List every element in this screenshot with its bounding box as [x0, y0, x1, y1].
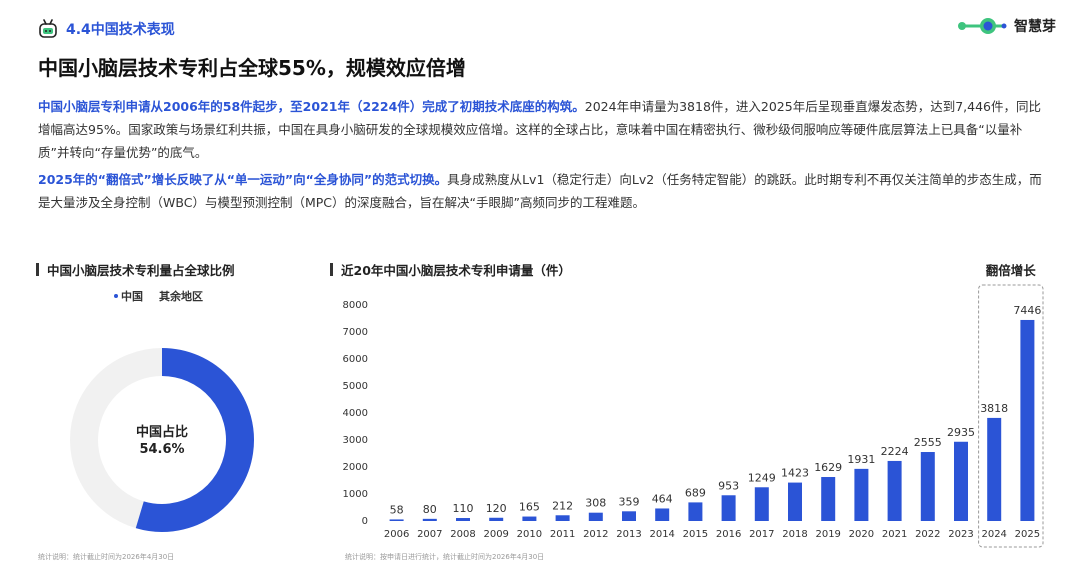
- paragraph-1-highlight: 中国小脑层专利申请从2006年的58件起步，至2021年（2224件）完成了初期…: [38, 99, 585, 114]
- bar-2025: [1020, 319, 1035, 521]
- bar-2018: [788, 482, 802, 521]
- x-tick-label: 2017: [749, 529, 774, 540]
- x-tick-label: 2020: [849, 529, 874, 540]
- bar-value-label: 2935: [947, 426, 975, 439]
- x-tick-label: 2021: [882, 529, 907, 540]
- y-tick-label: 6000: [343, 354, 368, 365]
- x-tick-label: 2023: [948, 529, 973, 540]
- y-tick-label: 8000: [343, 300, 368, 311]
- donut-center-label: 中国占比: [136, 424, 188, 440]
- x-tick-label: 2019: [815, 529, 840, 540]
- y-tick-label: 2000: [343, 462, 368, 473]
- bar-value-label: 7446: [1013, 304, 1041, 317]
- x-tick-label: 2011: [550, 529, 575, 540]
- donut-footnote: 统计说明：统计截止时间为2026年4月30日: [38, 553, 175, 561]
- y-tick-label: 0: [362, 516, 368, 527]
- x-tick-label: 2016: [716, 529, 741, 540]
- bar-value-label: 689: [685, 486, 706, 499]
- x-tick-label: 2007: [417, 529, 442, 540]
- bar-2023: [954, 441, 968, 521]
- bar-2010: [522, 516, 537, 521]
- legend-label-rest: 其余地区: [159, 290, 203, 303]
- donut-chart-title: 中国小脑层技术专利量占全球比例: [36, 260, 235, 279]
- bar-2009: [489, 517, 504, 521]
- x-tick-label: 2025: [1015, 529, 1040, 540]
- y-tick-label: 4000: [343, 408, 368, 419]
- x-tick-label: 2022: [915, 529, 940, 540]
- x-tick-label: 2006: [384, 529, 409, 540]
- bar-value-label: 1629: [814, 461, 842, 474]
- bar-value-label: 308: [585, 497, 606, 510]
- bar-chart: 0 1000 2000 3000 4000 5000 6000 7000 8000 翻倍增长 58 2…: [343, 263, 1044, 548]
- legend-dot-china: [114, 294, 118, 298]
- y-tick-label: 5000: [343, 381, 368, 392]
- bar-value-label: 359: [619, 495, 640, 508]
- x-tick-label: 2012: [583, 529, 608, 540]
- legend-label-china: 中国: [121, 290, 143, 303]
- bar-2008: [456, 518, 470, 521]
- bar-value-label: 1931: [847, 453, 875, 466]
- bar-value-label: 1423: [781, 467, 809, 480]
- donut-slice-china: [135, 348, 254, 532]
- bar-2007: [422, 518, 437, 521]
- x-tick-label: 2010: [517, 529, 542, 540]
- bar-value-label: 212: [552, 499, 573, 512]
- x-tick-label: 2014: [649, 529, 674, 540]
- robot-icon: [39, 19, 57, 38]
- bar-value-label: 2555: [914, 436, 942, 449]
- donut-chart-title-text: 中国小脑层技术专利量占全球比例: [47, 263, 235, 278]
- x-tick-label: 2024: [981, 529, 1006, 540]
- bar-2006: [389, 519, 404, 521]
- section-label-text: 4.4中国技术表现: [66, 22, 175, 38]
- bar-value-label: 953: [718, 479, 739, 492]
- x-tick-label: 2009: [483, 529, 508, 540]
- bar-2024: [987, 417, 1002, 521]
- bar-value-label: 2224: [881, 445, 909, 458]
- highlight-callout: 翻倍增长: [986, 263, 1037, 278]
- section-label: 4.4中国技术表现: [38, 18, 175, 40]
- bar-value-label: 58: [390, 503, 404, 516]
- bar-2011: [555, 515, 570, 521]
- y-tick-label: 1000: [343, 489, 368, 500]
- y-tick-label: 3000: [343, 435, 368, 446]
- x-tick-label: 2018: [782, 529, 807, 540]
- bar-value-label: 165: [519, 501, 540, 514]
- donut-legend: 中国 其余地区: [114, 288, 203, 304]
- donut-center-value: 54.6%: [139, 442, 184, 457]
- bar-value-label: 120: [486, 502, 507, 515]
- x-tick-label: 2015: [683, 529, 708, 540]
- bar-value-label: 110: [453, 502, 474, 515]
- y-tick-label: 7000: [343, 327, 368, 338]
- x-tick-label: 2013: [616, 529, 641, 540]
- bar-2016: [721, 495, 736, 521]
- paragraph-2: 2025年的“翻倍式”增长反映了从“单一运动”向“全身协同”的范式切换。具身成熟…: [38, 168, 1053, 214]
- title-marker: [36, 263, 39, 276]
- bar-2013: [622, 511, 636, 521]
- bar-value-label: 1249: [748, 471, 776, 484]
- bar-2012: [588, 512, 603, 521]
- bar-footnote: 统计说明：按申请日进行统计，统计截止时间为2026年4月30日: [345, 553, 545, 561]
- logo-icon: [958, 18, 1007, 34]
- bar-value-label: 464: [652, 492, 673, 505]
- bar-2021: [887, 460, 902, 521]
- x-tick-label: 2008: [450, 529, 475, 540]
- paragraph-1: 中国小脑层专利申请从2006年的58件起步，至2021年（2224件）完成了初期…: [38, 95, 1053, 164]
- bar-value-label: 80: [423, 503, 437, 516]
- logo-name: 智慧芽: [1014, 19, 1056, 35]
- paragraph-2-highlight: 2025年的“翻倍式”增长反映了从“单一运动”向“全身协同”的范式切换。: [38, 172, 448, 187]
- bar-2017: [754, 487, 769, 521]
- bar-2019: [821, 477, 836, 521]
- bar-2014: [655, 508, 670, 521]
- brand-logo: 智慧芽: [956, 16, 1056, 36]
- bar-2022: [920, 452, 935, 521]
- bar-2020: [854, 468, 869, 521]
- bar-2015: [688, 502, 703, 521]
- donut-chart: 中国占比 54.6%: [70, 348, 254, 532]
- page-title: 中国小脑层技术专利占全球55%，规模效应倍增: [38, 56, 466, 80]
- bar-value-label: 3818: [980, 402, 1008, 415]
